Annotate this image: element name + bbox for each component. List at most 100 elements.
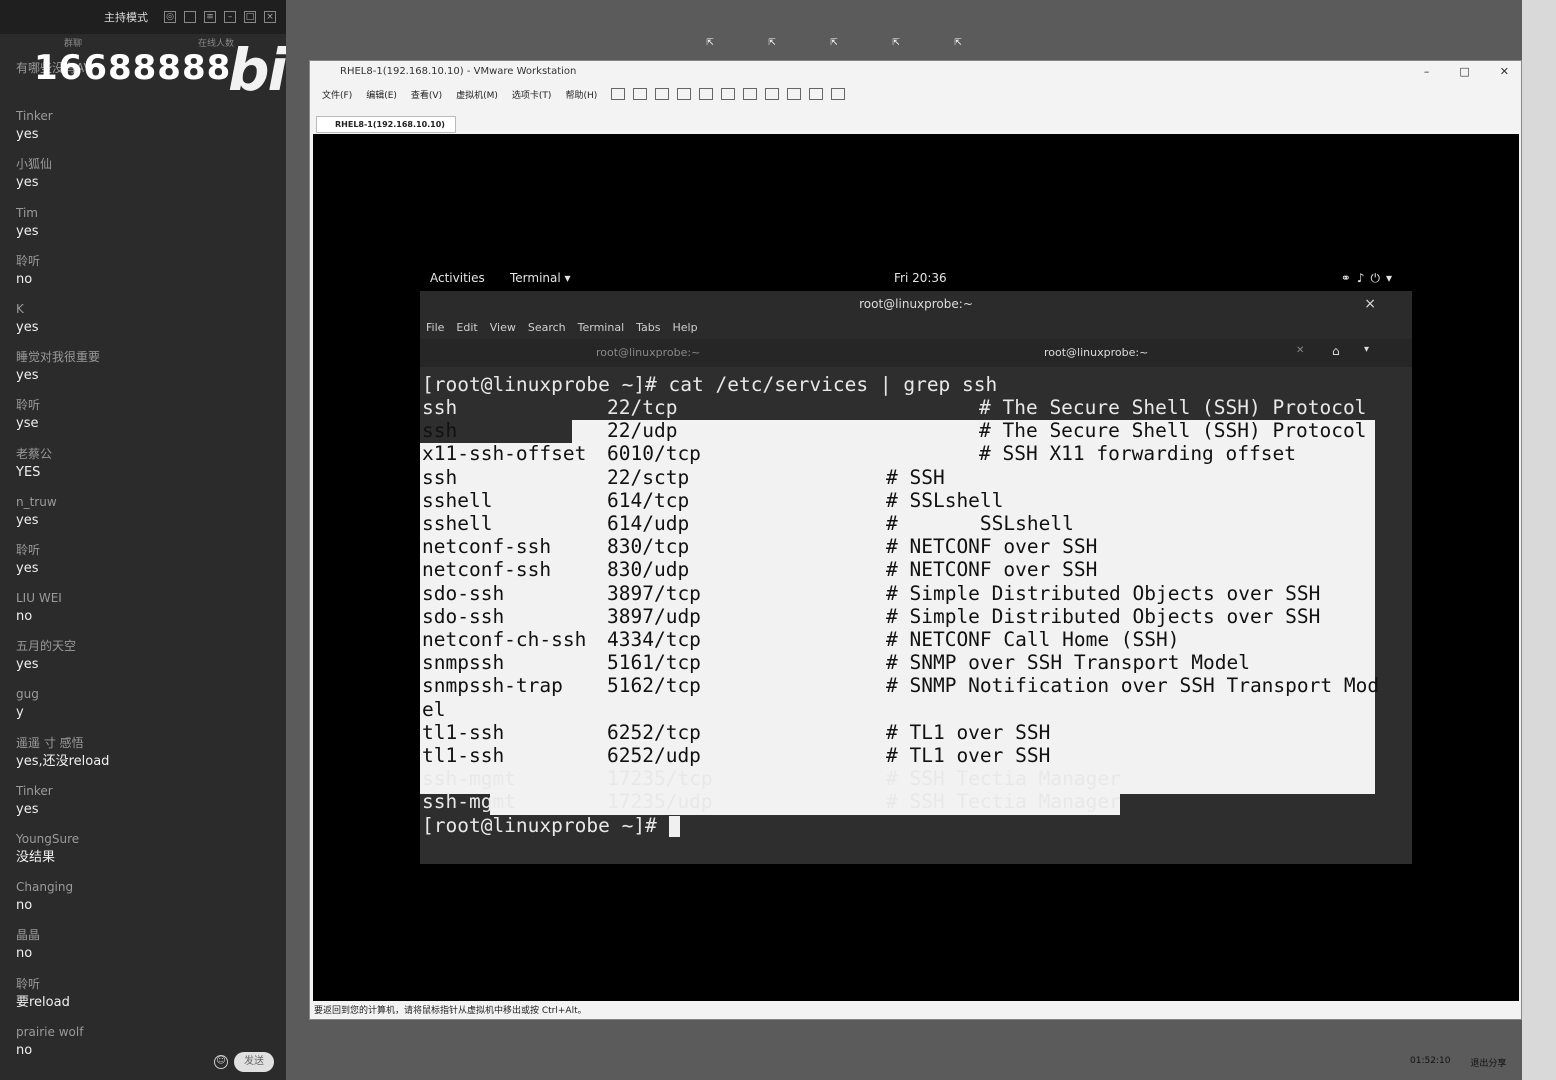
chat-text: 没结果 bbox=[16, 850, 56, 865]
pause-icon[interactable] bbox=[611, 88, 626, 100]
chat-message: 晶晶 no bbox=[16, 925, 276, 973]
services-row: netconf-ch-ssh 4334/tcp # NETCONF Call Hom… bbox=[422, 628, 1180, 651]
menu-view[interactable]: 查看(V) bbox=[411, 88, 442, 101]
menu-help[interactable]: Help bbox=[673, 317, 698, 339]
chat-username[interactable]: LIU WEI bbox=[16, 588, 276, 608]
tab-terminal-2[interactable]: root@linuxprobe:~ bbox=[1044, 346, 1148, 359]
service-port: 17235/udp bbox=[607, 790, 713, 814]
fullscreen-icon[interactable] bbox=[765, 88, 780, 100]
menu-vm[interactable]: 虚拟机(M) bbox=[456, 88, 498, 101]
chat-text: yes,还没reload bbox=[16, 753, 110, 769]
app-menu[interactable]: Terminal ▾ bbox=[510, 271, 571, 285]
send-keys-icon[interactable] bbox=[633, 88, 648, 100]
chat-username[interactable]: 遥遥 寸 感悟 bbox=[16, 733, 276, 753]
emoji-icon[interactable]: ☺ bbox=[214, 1055, 228, 1069]
console-icon[interactable] bbox=[809, 88, 824, 100]
chat-message: 五月的天空 yes bbox=[16, 636, 276, 684]
service-name: snmpssh bbox=[422, 651, 505, 675]
menu-file[interactable]: 文件(F) bbox=[322, 88, 352, 101]
menu-view[interactable]: View bbox=[490, 317, 516, 339]
close-icon[interactable]: × bbox=[1364, 291, 1376, 317]
menu-edit[interactable]: 编辑(E) bbox=[366, 88, 397, 101]
thumbnail-icon[interactable] bbox=[743, 88, 758, 100]
restore-snapshot-icon[interactable] bbox=[677, 88, 692, 100]
menu-tabs[interactable]: Tabs bbox=[636, 317, 660, 339]
menu-file[interactable]: File bbox=[426, 317, 444, 339]
minimize-icon[interactable]: – bbox=[224, 11, 236, 23]
desktop-shortcut-icon[interactable]: ⇱ bbox=[886, 38, 906, 58]
minimize-icon[interactable]: – bbox=[1424, 61, 1430, 83]
service-comment: # SSH bbox=[886, 465, 945, 489]
chat-username[interactable]: Changing bbox=[16, 877, 276, 897]
chevron-down-icon[interactable]: ▾ bbox=[1364, 344, 1369, 355]
close-icon[interactable]: × bbox=[264, 11, 276, 23]
vmware-title: RHEL8-1(192.168.10.10) - VMware Workstat… bbox=[340, 66, 577, 77]
service-port: 22/udp bbox=[607, 419, 678, 443]
menu-terminal[interactable]: Terminal bbox=[578, 317, 625, 339]
terminal-titlebar: root@linuxprobe:~ × bbox=[420, 291, 1412, 317]
chat-username[interactable]: Tim bbox=[16, 203, 276, 223]
services-row: snmpssh 5161/tcp # SNMP over SSH Transport… bbox=[422, 651, 1250, 674]
chat-text: yes bbox=[16, 801, 39, 817]
snapshot-icon[interactable] bbox=[655, 88, 670, 100]
chat-username[interactable]: 小狐仙 bbox=[16, 154, 276, 174]
chat-username[interactable]: 聆听 bbox=[16, 395, 276, 415]
desktop-shortcut-icon[interactable]: ⇱ bbox=[700, 38, 720, 58]
send-button[interactable]: 发送 bbox=[234, 1052, 274, 1072]
service-comment: # Simple Distributed Objects over SSH bbox=[886, 604, 1321, 628]
services-row: ssh 22/sctp # SSH bbox=[422, 466, 945, 489]
unity-icon[interactable] bbox=[787, 88, 802, 100]
desktop-shortcut-icon[interactable]: ⇱ bbox=[948, 38, 968, 58]
chat-username[interactable]: 五月的天空 bbox=[16, 636, 276, 656]
clock[interactable]: Fri 20:36 bbox=[894, 271, 947, 285]
close-icon[interactable]: ✕ bbox=[1500, 61, 1509, 83]
settings-icon[interactable]: ◎ bbox=[164, 11, 176, 23]
chat-username[interactable]: 聆听 bbox=[16, 251, 276, 271]
system-menu-icon[interactable]: ⚭♪⏻▾ bbox=[1341, 271, 1398, 286]
chat-username[interactable]: 睡觉对我很重要 bbox=[16, 347, 276, 367]
terminal-tabbar: root@linuxprobe:~ root@linuxprobe:~ ✕ ⌂ … bbox=[420, 339, 1412, 367]
service-comment: # SSLshell bbox=[886, 488, 1004, 512]
exit-share-button[interactable]: 退出分享 bbox=[1470, 1056, 1506, 1069]
chat-username[interactable]: gug bbox=[16, 684, 276, 704]
chat-username[interactable]: K bbox=[16, 299, 276, 319]
restore-icon[interactable]: □ bbox=[244, 11, 256, 23]
menu-icon[interactable]: ≡ bbox=[204, 11, 216, 23]
desktop-shortcut-icon[interactable]: ⇱ bbox=[824, 38, 844, 58]
chat-username[interactable]: 老蔡公 bbox=[16, 444, 276, 464]
chat-header: 主持模式 ◎ ≡ – □ × bbox=[0, 0, 286, 34]
close-tab-icon[interactable]: ✕ bbox=[1296, 345, 1304, 356]
service-comment: # SSH Tectia Manager bbox=[886, 790, 1121, 814]
menu-help[interactable]: 帮助(H) bbox=[565, 88, 597, 101]
desktop-right-edge bbox=[1522, 0, 1556, 1080]
menu-edit[interactable]: Edit bbox=[456, 317, 477, 339]
chat-username[interactable]: Tinker bbox=[16, 106, 276, 126]
chat-username[interactable]: 聆听 bbox=[16, 540, 276, 560]
activities-button[interactable]: Activities bbox=[430, 271, 485, 285]
services-row: sdo-ssh 3897/tcp # Simple Distributed Obje… bbox=[422, 582, 1320, 605]
chat-username[interactable]: 聆听 bbox=[16, 974, 276, 994]
host-mode-label: 主持模式 bbox=[104, 11, 148, 24]
terminal-output[interactable]: [root@linuxprobe ~]# cat /etc/services |… bbox=[420, 371, 1412, 864]
service-name: netconf-ssh bbox=[422, 535, 552, 559]
chat-username[interactable]: YoungSure bbox=[16, 829, 276, 849]
new-tab-icon[interactable]: ⌂ bbox=[1332, 344, 1340, 358]
chat-username[interactable]: prairie wolf bbox=[16, 1022, 276, 1042]
chat-username[interactable]: Tinker bbox=[16, 781, 276, 801]
manage-snapshot-icon[interactable] bbox=[699, 88, 714, 100]
tab-terminal-1[interactable]: root@linuxprobe:~ bbox=[596, 346, 700, 359]
chat-username[interactable]: 晶晶 bbox=[16, 925, 276, 945]
chat-username[interactable]: n_truw bbox=[16, 492, 276, 512]
service-comment: # SSLshell bbox=[886, 512, 1074, 535]
window-icon[interactable] bbox=[184, 11, 196, 23]
menu-search[interactable]: Search bbox=[528, 317, 566, 339]
menu-tabs[interactable]: 选项卡(T) bbox=[512, 88, 552, 101]
chat-message: 睡觉对我很重要 yes bbox=[16, 347, 276, 395]
stretch-icon[interactable] bbox=[831, 88, 846, 100]
library-icon[interactable] bbox=[721, 88, 736, 100]
room-id-watermark: 16688888 bbox=[34, 48, 232, 88]
chat-message: 聆听 no bbox=[16, 251, 276, 299]
desktop-shortcut-icon[interactable]: ⇱ bbox=[762, 38, 782, 58]
vm-tab[interactable]: RHEL8-1(192.168.10.10) bbox=[316, 116, 456, 133]
maximize-icon[interactable]: □ bbox=[1459, 61, 1469, 83]
